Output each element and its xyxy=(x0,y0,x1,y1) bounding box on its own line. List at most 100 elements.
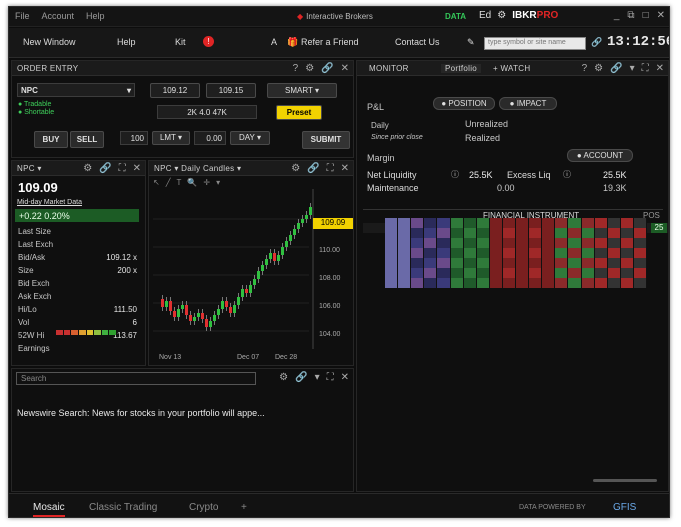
expand-icon[interactable]: ⛶ xyxy=(642,63,649,74)
heatmap-cell xyxy=(594,278,608,288)
monitor-header: MONITOR Portfolio + WATCH ? ⚙ 🔗 ▾ ⛶ ✕ xyxy=(357,61,668,76)
horizontal-scrollbar[interactable] xyxy=(593,479,657,482)
refer-friend-button[interactable]: Refer a Friend xyxy=(301,37,359,47)
help-button[interactable]: Help xyxy=(117,37,136,47)
tab-watchlist[interactable]: + WATCH xyxy=(493,64,530,73)
chevron-down-icon[interactable]: ▾ xyxy=(216,178,220,187)
heatmap-cell xyxy=(607,238,621,248)
since-close-label: Since prior close xyxy=(371,134,423,141)
account-button[interactable]: ● ACCOUNT xyxy=(567,149,633,162)
gear-icon[interactable]: ⚙ xyxy=(594,63,603,74)
gear-icon[interactable]: ⚙ xyxy=(291,163,300,174)
shortable-flag: ● Shortable xyxy=(18,109,55,116)
gear-icon[interactable]: ⚙ xyxy=(279,372,288,383)
info-icon[interactable]: ⓘ xyxy=(451,169,459,180)
restore-icon[interactable]: ⧉ xyxy=(627,10,634,21)
heatmap-cell xyxy=(437,228,451,238)
portfolio-heatmap[interactable] xyxy=(385,218,647,288)
quote-symbol[interactable]: NPC ▾ xyxy=(17,164,42,173)
heatmap-cell xyxy=(581,258,595,268)
user-name[interactable]: Ed xyxy=(479,10,491,21)
heatmap-cell xyxy=(529,268,543,278)
tab-classic-trading[interactable]: Classic Trading xyxy=(89,502,157,513)
gear-icon[interactable]: ⚙ xyxy=(305,63,314,74)
heatmap-cell xyxy=(411,278,425,288)
ibkr-logo: IBKRPRO xyxy=(512,10,559,21)
kit-button[interactable]: Kit xyxy=(175,37,186,47)
tab-mosaic[interactable]: Mosaic xyxy=(33,502,65,517)
candle xyxy=(249,285,252,293)
tab-monitor[interactable]: MONITOR xyxy=(369,64,409,73)
menu-help[interactable]: Help xyxy=(86,11,105,21)
close-icon[interactable]: ✕ xyxy=(341,163,349,174)
cursor-tool-icon[interactable]: ↖ xyxy=(153,178,160,187)
tab-portfolio[interactable]: Portfolio xyxy=(441,64,482,73)
edit-icon[interactable]: ✎ xyxy=(467,37,475,48)
preset-button[interactable]: Preset xyxy=(276,105,322,120)
link-icon[interactable]: 🔗 xyxy=(610,63,622,74)
sell-button[interactable]: SELL xyxy=(70,131,104,148)
close-icon[interactable]: ✕ xyxy=(341,372,349,383)
link-icon[interactable]: 🔗 xyxy=(295,372,307,383)
change-bar: +0.22 0.20% xyxy=(15,209,139,222)
menu-file[interactable]: File xyxy=(15,11,30,21)
quantity-input[interactable]: 100 xyxy=(120,131,148,145)
draw-line-icon[interactable]: ╱ xyxy=(166,178,171,187)
zoom-icon[interactable]: 🔍 xyxy=(187,178,197,187)
gear-icon[interactable]: ⚙ xyxy=(83,163,92,174)
add-tab-button[interactable]: + xyxy=(241,502,247,513)
new-window-button[interactable]: New Window xyxy=(23,37,76,47)
heatmap-cell xyxy=(555,268,569,278)
candle xyxy=(213,315,216,321)
heatmap-cell xyxy=(424,268,438,278)
chevron-down-icon[interactable]: ▾ xyxy=(315,372,320,383)
candle xyxy=(205,319,208,327)
bid-price-button[interactable]: 109.12 xyxy=(150,83,200,98)
expand-icon[interactable]: ⛶ xyxy=(327,163,334,174)
close-icon[interactable]: ✕ xyxy=(341,63,349,74)
order-type-select[interactable]: LMT ▾ xyxy=(152,131,190,145)
tif-select[interactable]: DAY ▾ xyxy=(230,131,270,145)
quote-row-label: Hi/Lo xyxy=(18,305,37,314)
crosshair-icon[interactable]: ✛ xyxy=(203,178,210,187)
expand-icon[interactable]: ⛶ xyxy=(119,163,126,174)
announce-icon[interactable]: A xyxy=(271,37,277,47)
symbol-select[interactable]: NPC ▾ xyxy=(17,83,135,97)
buy-button[interactable]: BUY xyxy=(34,131,68,148)
heatmap-cell xyxy=(463,278,477,288)
maximize-icon[interactable]: □ xyxy=(643,10,649,21)
help-icon[interactable]: ? xyxy=(582,63,588,74)
help-icon[interactable]: ? xyxy=(293,63,299,74)
link-icon[interactable]: 🔗 xyxy=(591,37,602,48)
close-icon[interactable]: ✕ xyxy=(657,10,665,21)
price-axis-label: 110.00 xyxy=(319,247,340,254)
chevron-down-icon[interactable]: ▾ xyxy=(630,63,635,74)
info-icon[interactable]: ⓘ xyxy=(563,169,571,180)
close-icon[interactable]: ✕ xyxy=(656,63,664,74)
impact-button[interactable]: ● IMPACT xyxy=(499,97,557,110)
text-tool-icon[interactable]: T xyxy=(177,178,182,187)
heatmap-cell xyxy=(633,248,647,258)
candle xyxy=(177,309,180,317)
submit-button[interactable]: SUBMIT xyxy=(302,131,350,149)
link-icon[interactable]: 🔗 xyxy=(99,163,111,174)
limit-price-input[interactable]: 0.00 xyxy=(194,131,226,145)
tab-crypto[interactable]: Crypto xyxy=(189,502,218,513)
ask-price-button[interactable]: 109.15 xyxy=(206,83,256,98)
data-badge[interactable]: DATA xyxy=(445,12,466,21)
menu-account[interactable]: Account xyxy=(42,11,75,21)
contact-us-button[interactable]: Contact Us xyxy=(395,37,440,47)
news-search-input[interactable]: Search xyxy=(16,372,256,385)
smart-route-select[interactable]: SMART ▾ xyxy=(267,83,337,98)
position-button[interactable]: ● POSITION xyxy=(433,97,495,110)
quote-row-label: Ask Exch xyxy=(18,292,52,301)
candle xyxy=(197,313,200,317)
expand-icon[interactable]: ⛶ xyxy=(327,372,334,383)
close-icon[interactable]: ✕ xyxy=(133,163,141,174)
link-icon[interactable]: 🔗 xyxy=(307,163,319,174)
chart-title[interactable]: NPC ▾ Daily Candles ▾ xyxy=(154,164,241,173)
toolbar-search-input[interactable]: type symbol or site name xyxy=(484,37,586,50)
settings-gear-icon[interactable]: ⚙ xyxy=(497,10,506,21)
minimize-icon[interactable]: _ xyxy=(614,10,620,21)
link-icon[interactable]: 🔗 xyxy=(321,63,333,74)
